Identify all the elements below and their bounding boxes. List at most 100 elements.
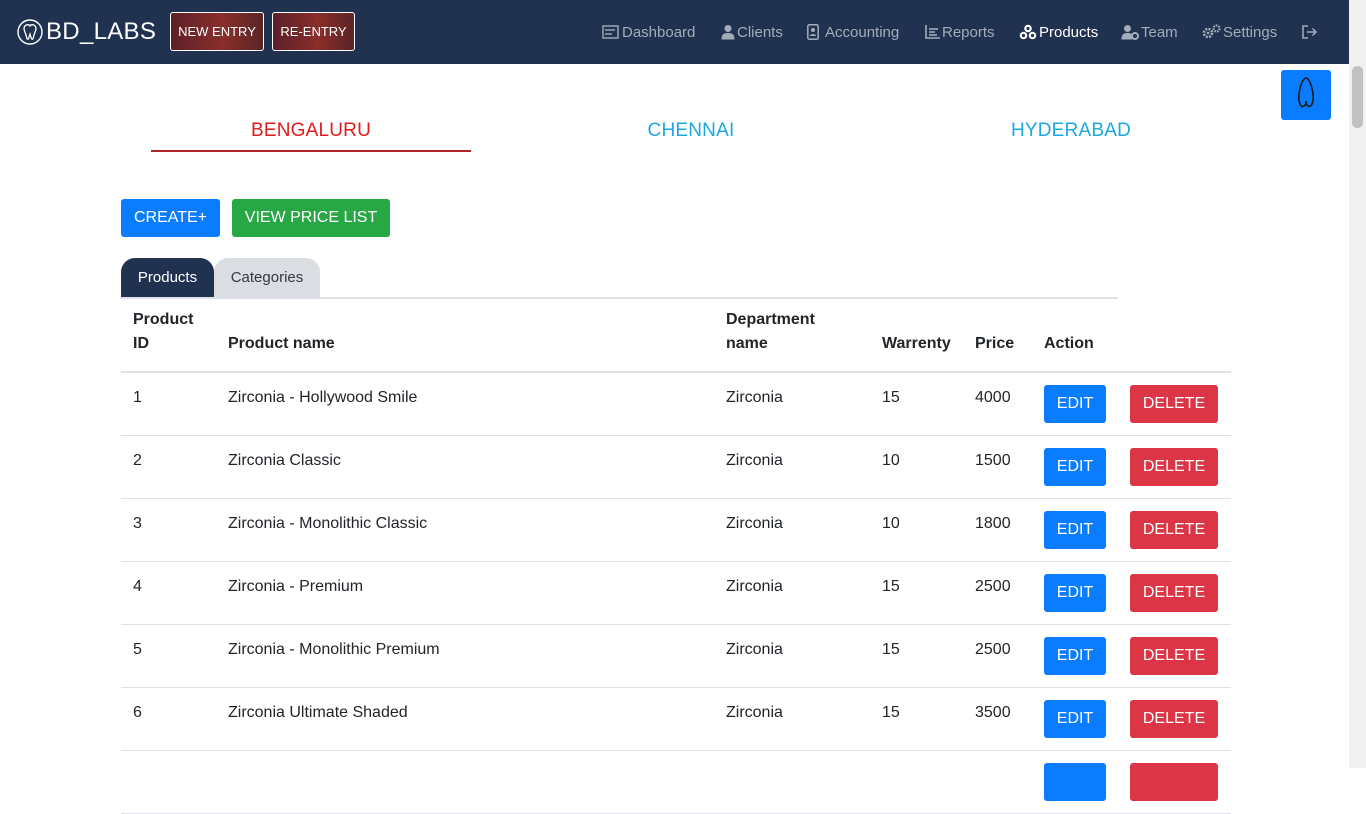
city-tab-bengaluru[interactable]: BENGALURU	[151, 120, 471, 152]
nav-settings-label: Settings	[1223, 23, 1278, 41]
cell-department: Zirconia	[726, 389, 783, 406]
nav-settings[interactable]: Settings	[1202, 0, 1277, 64]
nav-reports-label: Reports	[942, 23, 995, 41]
edit-button[interactable]: EDIT	[1044, 448, 1106, 486]
cell-product-name: Zirconia - Premium	[228, 578, 364, 595]
nav-team[interactable]: Team	[1121, 0, 1178, 64]
cell-warranty: 10	[882, 452, 900, 469]
city-tab-chennai[interactable]: CHENNAI	[531, 120, 851, 152]
cell-department: Zirconia	[726, 578, 783, 595]
cell-department: Zirconia	[726, 515, 783, 532]
nav-products-label: Products	[1039, 23, 1099, 41]
tab-categories[interactable]: Categories	[214, 258, 320, 297]
delete-button[interactable]: DELETE	[1130, 637, 1218, 675]
cell-product-id: 2	[133, 452, 142, 469]
delete-button[interactable]	[1130, 763, 1218, 801]
table-row	[121, 751, 1231, 814]
cell-price: 4000	[975, 389, 1011, 406]
delete-button[interactable]: DELETE	[1130, 700, 1218, 738]
cell-price: 1500	[975, 452, 1011, 469]
delete-button[interactable]: DELETE	[1130, 385, 1218, 423]
nav-clients[interactable]: Clients	[721, 0, 783, 64]
cell-price: 2500	[975, 641, 1011, 658]
cell-department: Zirconia	[726, 452, 783, 469]
table-row: 3 Zirconia - Monolithic Classic Zirconia…	[121, 499, 1231, 562]
edit-button[interactable]	[1044, 763, 1106, 801]
logout-button[interactable]	[1302, 0, 1320, 64]
nav-team-label: Team	[1141, 23, 1178, 41]
table-row: 1 Zirconia - Hollywood Smile Zirconia 15…	[121, 373, 1231, 436]
cell-product-name: Zirconia Ultimate Shaded	[228, 704, 408, 721]
edit-button[interactable]: EDIT	[1044, 637, 1106, 675]
cell-department: Zirconia	[726, 704, 783, 721]
new-entry-button[interactable]: NEW ENTRY	[170, 12, 264, 51]
col-header-department: Department name	[726, 308, 815, 356]
delete-button[interactable]: DELETE	[1130, 511, 1218, 549]
cell-price: 2500	[975, 578, 1011, 595]
col-header-warranty: Warrenty	[882, 335, 951, 352]
nav-products[interactable]: Products	[1019, 0, 1098, 64]
edit-button[interactable]: EDIT	[1044, 700, 1106, 738]
col-header-department-line1: Department	[726, 311, 815, 328]
edit-button[interactable]: EDIT	[1044, 385, 1106, 423]
cell-product-name: Zirconia - Monolithic Premium	[228, 641, 440, 658]
dashboard-icon	[602, 25, 620, 39]
view-price-list-button[interactable]: VIEW PRICE LIST	[232, 199, 390, 237]
brand-name: BD_LABS	[46, 18, 157, 45]
table-row: 2 Zirconia Classic Zirconia 10 1500 EDIT…	[121, 436, 1231, 499]
scrollbar-thumb[interactable]	[1352, 66, 1363, 128]
cell-product-name: Zirconia Classic	[228, 452, 341, 469]
re-entry-button[interactable]: RE-ENTRY	[272, 12, 355, 51]
cell-product-name: Zirconia - Monolithic Classic	[228, 515, 428, 532]
create-button[interactable]: CREATE+	[121, 199, 220, 237]
tooth-chart-button[interactable]	[1281, 70, 1331, 120]
cell-product-id: 1	[133, 389, 142, 406]
city-tab-hyderabad[interactable]: HYDERABAD	[911, 120, 1231, 152]
users-icon	[721, 24, 735, 40]
gears-icon	[1202, 24, 1221, 40]
cell-warranty: 10	[882, 515, 900, 532]
table-row: 6 Zirconia Ultimate Shaded Zirconia 15 3…	[121, 688, 1231, 751]
cell-product-id: 4	[133, 578, 142, 595]
cell-product-id: 3	[133, 515, 142, 532]
tooth-logo-icon	[14, 16, 46, 48]
id-card-icon	[807, 24, 819, 40]
brand[interactable]: BD_LABS	[14, 13, 156, 51]
nav-accounting[interactable]: Accounting	[807, 0, 899, 64]
cell-warranty: 15	[882, 641, 900, 658]
tooth-icon	[1296, 76, 1316, 115]
nav-clients-label: Clients	[737, 23, 783, 41]
nav-dashboard-label: Dashboard	[622, 23, 696, 41]
col-header-price: Price	[975, 335, 1015, 352]
cell-product-id: 6	[133, 704, 142, 721]
top-navbar: BD_LABS NEW ENTRY RE-ENTRY Dashboard Cli…	[0, 0, 1366, 64]
nav-dashboard[interactable]: Dashboard	[602, 0, 695, 64]
logout-icon	[1302, 25, 1318, 39]
col-header-product-id-line2: ID	[133, 335, 149, 352]
table-header: Product ID Product name Department name …	[121, 299, 1231, 373]
col-header-product-name: Product name	[228, 335, 335, 352]
cell-department: Zirconia	[726, 641, 783, 658]
col-header-product-id-line1: Product	[133, 311, 194, 328]
chart-icon	[925, 25, 940, 39]
cell-warranty: 15	[882, 389, 900, 406]
cell-product-name: Zirconia - Hollywood Smile	[228, 389, 418, 406]
table-row: 5 Zirconia - Monolithic Premium Zirconia…	[121, 625, 1231, 688]
edit-button[interactable]: EDIT	[1044, 574, 1106, 612]
delete-button[interactable]: DELETE	[1130, 574, 1218, 612]
user-gear-icon	[1121, 24, 1139, 40]
col-header-department-line2: name	[726, 335, 768, 352]
cell-product-id: 5	[133, 641, 142, 658]
cell-warranty: 15	[882, 578, 900, 595]
cell-price: 3500	[975, 704, 1011, 721]
cell-price: 1800	[975, 515, 1011, 532]
nav-reports[interactable]: Reports	[925, 0, 995, 64]
delete-button[interactable]: DELETE	[1130, 448, 1218, 486]
products-table: Product ID Product name Department name …	[121, 299, 1231, 814]
table-row: 4 Zirconia - Premium Zirconia 15 2500 ED…	[121, 562, 1231, 625]
tab-products[interactable]: Products	[121, 258, 214, 297]
nav-accounting-label: Accounting	[825, 23, 900, 41]
edit-button[interactable]: EDIT	[1044, 511, 1106, 549]
cubes-icon	[1019, 24, 1037, 40]
col-header-action: Action	[1044, 335, 1094, 352]
